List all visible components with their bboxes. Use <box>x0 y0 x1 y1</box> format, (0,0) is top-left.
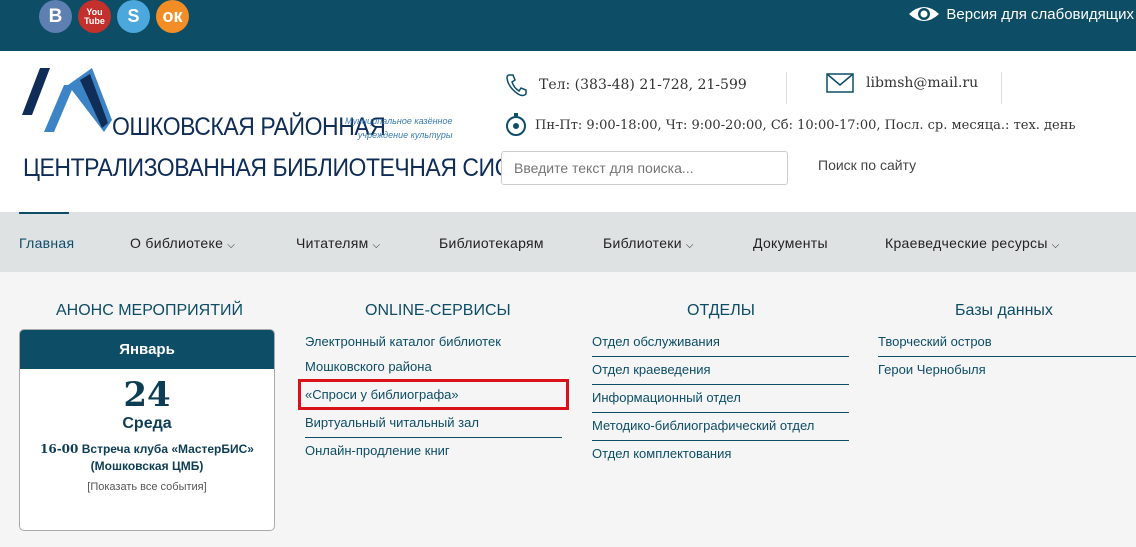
accessibility-version-label: Версия для слабовидящих <box>946 5 1134 23</box>
nav-item-about[interactable]: О библиотеке ⌵ <box>130 235 235 251</box>
phone-icon <box>505 73 527 97</box>
phone-contact: Тел: (383-48) 21-728, 21-599 <box>505 73 747 97</box>
mail-icon <box>826 73 854 93</box>
department-link[interactable]: Методико-библиографический отдел <box>592 418 814 433</box>
skype-icon[interactable]: S <box>117 0 150 33</box>
skype-glyph: S <box>127 6 140 26</box>
divider <box>592 412 849 413</box>
event-text: Встреча клуба «МастерБИС» <box>81 442 254 456</box>
event-card: Январь 24 Среда 16-00 Встреча клуба «Мас… <box>19 329 275 531</box>
eye-icon <box>909 7 940 21</box>
active-nav-indicator <box>19 212 69 214</box>
databases-title: Базы данных <box>955 302 1053 319</box>
online-service-link[interactable]: Электронный каталог библиотек <box>305 334 501 349</box>
highlight-frame <box>298 379 569 410</box>
working-hours: Пн-Пт: 9:00-18:00, Чт: 9:00-20:00, Сб: 1… <box>505 113 1075 137</box>
divider <box>878 356 1136 357</box>
nav-label: Библиотекарям <box>439 235 544 251</box>
nav-item-local-history[interactable]: Краеведческие ресурсы ⌵ <box>885 235 1060 251</box>
event-time: 16-00 <box>40 442 79 456</box>
department-link[interactable]: Отдел краеведения <box>592 362 711 377</box>
logo-subtitle-line2: учреждение культуры <box>357 130 453 140</box>
database-link[interactable]: Творческий остров <box>878 334 992 349</box>
clock-icon <box>505 113 527 137</box>
email-address[interactable]: libmsh@mail.ru <box>866 75 978 91</box>
vk-glyph: В <box>48 5 63 27</box>
top-bar: В You Tube S ок Версия для слабовидящих <box>0 0 1136 51</box>
divider <box>305 437 562 438</box>
chevron-down-icon: ⌵ <box>227 240 236 251</box>
online-services-title: ONLINE-СЕРВИСЫ <box>365 302 511 319</box>
online-service-link[interactable]: Виртуальный читальный зал <box>305 415 479 430</box>
event-description[interactable]: 16-00 Встреча клуба «МастерБИС» (Мошковс… <box>20 441 274 475</box>
search-site-label[interactable]: Поиск по сайту <box>818 157 916 173</box>
database-link[interactable]: Герои Чернобыля <box>878 362 986 377</box>
nav-item-home[interactable]: Главная <box>19 235 74 251</box>
nav-label: Библиотеки <box>603 235 682 251</box>
youtube-icon[interactable]: You Tube <box>78 0 111 33</box>
department-link[interactable]: Отдел обслуживания <box>592 334 720 349</box>
accessibility-version-link[interactable]: Версия для слабовидящих <box>908 4 1134 24</box>
chevron-down-icon: ⌵ <box>1051 240 1060 251</box>
divider <box>592 356 849 357</box>
nav-label: О библиотеке <box>130 235 224 251</box>
nav-item-readers[interactable]: Читателям ⌵ <box>296 235 380 251</box>
online-service-link[interactable]: Онлайн-продление книг <box>305 443 450 458</box>
nav-item-documents[interactable]: Документы <box>753 235 828 251</box>
nav-label: Читателям <box>296 235 369 251</box>
event-weekday: Среда <box>122 415 172 432</box>
phone-number: Тел: (383-48) 21-728, 21-599 <box>539 77 747 93</box>
department-link[interactable]: Отдел комплектования <box>592 446 731 461</box>
email-contact[interactable]: libmsh@mail.ru <box>826 73 978 93</box>
vk-icon[interactable]: В <box>39 0 72 33</box>
nav-item-librarians[interactable]: Библиотекарям <box>439 235 544 251</box>
logo-subtitle-line1: Муниципальное казённое <box>345 116 453 126</box>
nav-label: Краеведческие ресурсы <box>885 235 1048 251</box>
contact-divider <box>786 72 787 104</box>
nav-item-libraries[interactable]: Библиотеки ⌵ <box>603 235 694 251</box>
search-input[interactable] <box>501 151 788 185</box>
event-day: 24 <box>123 375 171 415</box>
logo-subtitle: Муниципальное казённое учреждение культу… <box>345 114 453 142</box>
chevron-down-icon: ⌵ <box>685 240 694 251</box>
contact-divider <box>1001 72 1002 104</box>
announce-title: АНОНС МЕРОПРИЯТИЙ <box>56 302 243 319</box>
nav-label: Главная <box>19 235 75 251</box>
divider <box>592 440 849 441</box>
logo-title-line2: ЦЕНТРАЛИЗОВАННАЯ БИБЛИОТЕЧНАЯ СИСТЕМА <box>23 154 573 182</box>
event-month: Январь <box>20 330 274 369</box>
library-logo-icon[interactable] <box>22 68 112 138</box>
ok-glyph: ок <box>162 6 183 26</box>
department-link[interactable]: Информационный отдел <box>592 390 741 405</box>
site-header: ОШКОВСКАЯ РАЙОННАЯ ЦЕНТРАЛИЗОВАННАЯ БИБЛ… <box>0 51 1136 212</box>
divider <box>592 384 849 385</box>
chevron-down-icon: ⌵ <box>372 240 381 251</box>
online-service-link[interactable]: Мошковского района <box>305 359 432 374</box>
youtube-glyph-bottom: Tube <box>84 15 105 26</box>
event-place: (Мошковская ЦМБ) <box>90 459 204 473</box>
nav-label: Документы <box>753 235 828 251</box>
working-hours-text: Пн-Пт: 9:00-18:00, Чт: 9:00-20:00, Сб: 1… <box>535 117 1076 133</box>
main-nav: Главная О библиотеке ⌵ Читателям ⌵ Библиот… <box>0 212 1136 272</box>
odnoklassniki-icon[interactable]: ок <box>156 0 189 33</box>
show-all-events-link[interactable]: [Показать все события] <box>20 481 274 493</box>
departments-title: ОТДЕЛЫ <box>687 302 755 319</box>
